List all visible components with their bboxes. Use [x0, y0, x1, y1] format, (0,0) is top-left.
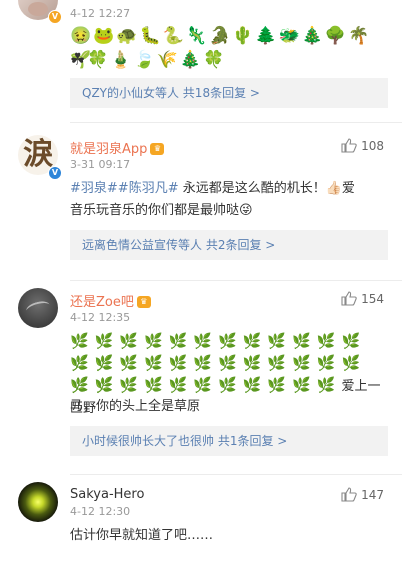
comment-3: Sakya-Hero 4-12 12:30 147 估计你早就知道了吧……: [0, 474, 402, 563]
comment-1: 淚 V 就是羽泉App ♛ 3-31 09:17 108 #羽泉##陈羽凡# 永远…: [0, 122, 402, 272]
comment-username[interactable]: 还是Zoe吧 ♛: [70, 291, 151, 310]
comment-time: 4-12 12:27: [70, 7, 131, 20]
thumbs-up-emoji-icon: 👍🏻: [325, 181, 342, 196]
like-count: 147: [361, 487, 384, 502]
comment-username[interactable]: 就是羽泉App ♛: [70, 138, 165, 157]
winking-tongue-emoji-icon: 😜: [239, 203, 253, 218]
comment-time: 3-31 09:17: [70, 158, 131, 171]
avatar[interactable]: [18, 482, 58, 522]
like-button[interactable]: 154: [341, 291, 384, 306]
comment-text: 估计你早就知道了吧……: [70, 528, 214, 543]
username-link[interactable]: 还是Zoe吧: [70, 295, 134, 310]
reply-summary-button[interactable]: 小时候很帅长大了也很帅 共1条回复 >: [70, 426, 388, 456]
comment-time: 4-12 12:30: [70, 505, 131, 518]
username-link[interactable]: 就是羽泉App: [70, 142, 147, 157]
thumbs-up-icon: [341, 291, 357, 306]
comment-text: ☘🍀🎍🍃🌾🎄🍀: [70, 50, 227, 70]
comment-0: V 4-12 12:27 🤢🐸🐢🐛🐍🦎🐊🌵🌲🐲🎄🌳🌴🌱 ☘🍀🎍🍃🌾🎄🍀 QZY的…: [0, 0, 402, 110]
comment-text: #羽泉##陈羽凡# 永远都是这么酷的机长！👍🏻爱 音乐玩音乐的你们都是最帅哒😜: [70, 178, 384, 222]
avatar[interactable]: [18, 288, 58, 328]
comment-text-segment: 永远都是这么酷的机长！: [178, 181, 326, 196]
comment-time: 4-12 12:35: [70, 311, 131, 324]
like-count: 154: [361, 291, 384, 306]
like-button[interactable]: 147: [341, 487, 384, 502]
comment-username[interactable]: Sakya-Hero: [70, 487, 144, 502]
hashtag-link[interactable]: #羽泉#: [70, 181, 118, 196]
vip-crown-icon: ♛: [150, 143, 165, 155]
comment-2: 还是Zoe吧 ♛ 4-12 12:35 154 🌿🌿🌿🌿🌿🌿🌿🌿🌿🌿🌿🌿🌿🌿 🌿🌿…: [0, 280, 402, 470]
thumbs-up-icon: [341, 487, 357, 502]
reply-summary-button[interactable]: 远离色情公益宣传等人 共2条回复 >: [70, 230, 388, 260]
comment-text: 马，你的头上全是草原: [70, 399, 201, 414]
like-button[interactable]: 108: [341, 138, 384, 153]
comment-text-segment: 音乐玩音乐的你们都是最帅哒: [70, 203, 240, 218]
fern-emoji-row: 🌿🌿🌿🌿🌿🌿🌿🌿🌿🌿🌿: [70, 376, 342, 394]
like-count: 108: [361, 138, 384, 153]
thumbs-up-icon: [341, 138, 357, 153]
verified-badge-icon: V: [48, 166, 62, 180]
reply-summary-button[interactable]: QZY的小仙女等人 共18条回复 >: [70, 78, 388, 108]
vip-crown-icon: ♛: [136, 296, 151, 308]
hashtag-link[interactable]: #陈羽凡#: [118, 181, 179, 196]
verified-badge-icon: V: [48, 10, 62, 24]
comment-text-segment: 爱: [341, 181, 355, 196]
